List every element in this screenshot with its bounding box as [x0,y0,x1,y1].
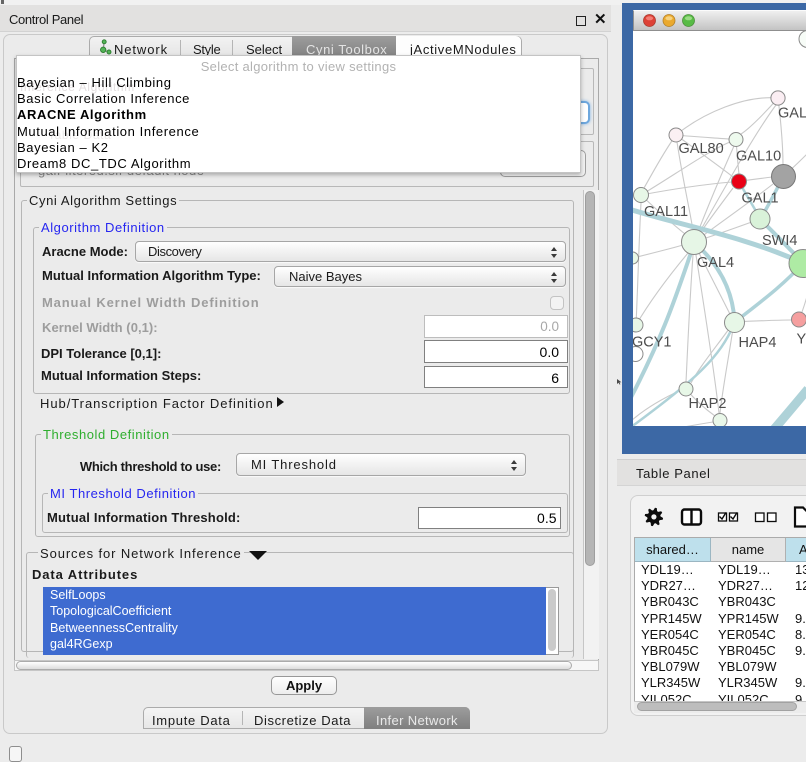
svg-text:Y: Y [797,332,806,348]
svg-text:GAL10: GAL10 [736,149,781,165]
svg-text:HAP4: HAP4 [739,335,777,351]
svg-text:GAL8: GAL8 [778,106,806,122]
svg-text:GCY1: GCY1 [633,335,672,351]
svg-text:SWI4: SWI4 [762,233,797,249]
svg-text:GAL80: GAL80 [679,141,724,157]
svg-text:GAL4: GAL4 [697,255,734,271]
svg-text:GAL11: GAL11 [644,204,688,220]
svg-text:HAP2: HAP2 [689,396,727,412]
svg-text:GAL1: GAL1 [742,191,779,207]
